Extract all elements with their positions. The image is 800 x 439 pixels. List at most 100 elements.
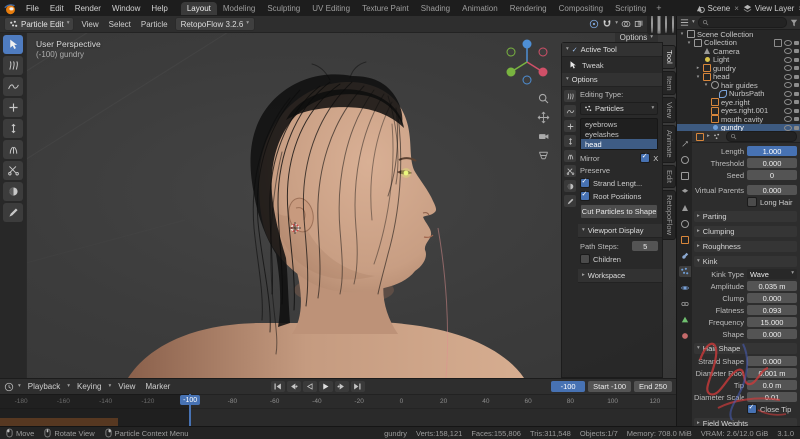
properties-tab-particles[interactable]	[679, 266, 691, 277]
eye-icon[interactable]	[784, 57, 792, 63]
cut-brush-button[interactable]	[564, 165, 576, 177]
list-item-head[interactable]: head	[581, 139, 657, 149]
eye-icon[interactable]	[784, 108, 792, 114]
workspace-tab-sculpting[interactable]: Sculpting	[261, 2, 306, 15]
chevron-down-icon[interactable]: ▾	[692, 20, 695, 26]
timeline-editor-icon[interactable]	[4, 382, 14, 392]
workspace-tab-scripting[interactable]: Scripting	[609, 2, 652, 15]
menu-particle[interactable]: Particle	[138, 20, 171, 29]
panel-header-kink[interactable]: ▾Kink	[694, 256, 797, 267]
overlays-icon[interactable]	[621, 19, 631, 29]
outliner-search-input[interactable]	[698, 17, 787, 28]
disclosure-icon[interactable]: ▾	[695, 74, 701, 80]
render-camera-icon[interactable]	[794, 100, 799, 104]
cut-particles-button[interactable]: Cut Particles to Shape	[580, 204, 658, 219]
render-camera-icon[interactable]	[794, 41, 799, 45]
workspace-tab-modeling[interactable]: Modeling	[217, 2, 261, 15]
active-tool-panel-header[interactable]: ▾ ✓ Active Tool	[562, 43, 662, 57]
workspace-panel-header[interactable]: ▸ Workspace	[578, 269, 662, 283]
tool-tweak-button[interactable]	[3, 35, 23, 54]
mirror-x-checkbox[interactable]: X	[640, 153, 658, 163]
scene-selector[interactable]: Scene	[708, 4, 731, 13]
xray-icon[interactable]	[634, 19, 644, 29]
disclosure-icon[interactable]: ▸	[695, 65, 701, 71]
options-panel-header[interactable]: ▾ Options	[562, 73, 662, 87]
shading-wireframe-button[interactable]	[650, 14, 654, 34]
workspace-tab-texture-paint[interactable]: Texture Paint	[356, 2, 415, 15]
tool-length-button[interactable]	[3, 119, 23, 138]
tool-smooth-button[interactable]	[3, 77, 23, 96]
properties-tab-physics[interactable]	[679, 282, 691, 293]
chevron-down-icon[interactable]: ▾	[18, 384, 21, 390]
eye-icon[interactable]	[784, 82, 792, 88]
menu-file[interactable]: File	[21, 3, 44, 14]
preserve-strand-checkbox[interactable]: Strand Lengt...	[580, 178, 658, 188]
outliner-row-head[interactable]: ▾ head	[677, 73, 800, 82]
shading-material-button[interactable]	[664, 14, 668, 34]
eye-icon[interactable]	[784, 74, 792, 80]
properties-tab-output[interactable]	[679, 170, 691, 181]
properties-tab-modifiers[interactable]	[679, 250, 691, 261]
children-checkbox[interactable]: Children	[580, 254, 658, 264]
chevron-down-icon[interactable]: ▾	[615, 21, 618, 27]
perspective-toggle-icon[interactable]	[537, 149, 550, 162]
eye-icon[interactable]	[784, 116, 792, 122]
workspace-tab-uv-editing[interactable]: UV Editing	[306, 2, 356, 15]
workspace-tab-layout[interactable]: Layout	[181, 2, 217, 15]
menu-help[interactable]: Help	[146, 3, 172, 14]
seed-field[interactable]: 0	[747, 170, 797, 180]
frequency-field[interactable]: 15.000	[747, 317, 797, 327]
render-camera-icon[interactable]	[794, 109, 799, 113]
properties-tab-constraints[interactable]	[679, 298, 691, 309]
jump-to-start-button[interactable]	[271, 381, 285, 392]
tool-comb-button[interactable]	[3, 56, 23, 75]
outliner-row-scene-collection[interactable]: ▾ Scene Collection	[677, 30, 800, 39]
flatness-field[interactable]: 0.093	[747, 305, 797, 315]
properties-tab-object[interactable]	[679, 234, 691, 245]
smooth-brush-button[interactable]	[564, 105, 576, 117]
workspace-tab-shading[interactable]: Shading	[415, 2, 456, 15]
puff-brush-button[interactable]	[564, 150, 576, 162]
tool-puff-button[interactable]	[3, 140, 23, 159]
sidebar-tab-retopoflow[interactable]: RetopoFlow	[663, 190, 676, 240]
menu-view[interactable]: View	[78, 20, 101, 29]
mode-selector[interactable]: Particle Edit ▾	[4, 17, 74, 31]
list-item-eyebrows[interactable]: eyebrows	[581, 119, 657, 129]
panel-header-roughness[interactable]: ▸Roughness	[694, 241, 797, 252]
sidebar-tab-item[interactable]: Item	[663, 71, 676, 96]
menu-view[interactable]: View	[115, 382, 138, 391]
amplitude-field[interactable]: 0.035 m	[747, 281, 797, 291]
workspace-tab-rendering[interactable]: Rendering	[504, 2, 553, 15]
shape-field[interactable]: 0.000	[747, 329, 797, 339]
path-steps-field[interactable]: 5	[632, 241, 658, 251]
length-slider[interactable]: 1.000	[747, 146, 797, 156]
workspace-tab-animation[interactable]: Animation	[456, 2, 504, 15]
proportional-edit-icon[interactable]	[589, 19, 599, 29]
diameter-scale-field[interactable]: 0.01	[747, 392, 797, 402]
zoom-icon[interactable]	[537, 92, 550, 105]
add-workspace-button[interactable]: +	[652, 3, 665, 13]
render-camera-icon[interactable]	[794, 49, 799, 53]
render-camera-icon[interactable]	[794, 117, 799, 121]
frame-start-field[interactable]: Start -100	[588, 381, 631, 392]
outliner-row-eye-right[interactable]: eye.right	[677, 98, 800, 107]
outliner-row-eyes-right-001[interactable]: eyes.right.001	[677, 107, 800, 116]
pan-hand-icon[interactable]	[537, 111, 550, 124]
tool-cut-button[interactable]	[3, 161, 23, 180]
active-tool-row[interactable]: Tweak	[562, 57, 662, 73]
view-layer-selector[interactable]: View Layer	[755, 4, 794, 13]
diameter-root-field[interactable]: 0.001 m	[747, 368, 797, 378]
viewport-3d[interactable]: User Perspective (-100) gundry Options ▾	[0, 32, 676, 378]
properties-tab-scene[interactable]	[679, 202, 691, 213]
properties-search-input[interactable]	[726, 131, 797, 142]
play-button[interactable]	[319, 381, 333, 392]
strand-shape-field[interactable]: 0.000	[747, 356, 797, 366]
snap-magnet-icon[interactable]	[602, 19, 612, 29]
render-camera-icon[interactable]	[794, 83, 799, 87]
viewport-display-panel-header[interactable]: ▾ Viewport Display	[578, 224, 662, 238]
shading-rendered-button[interactable]	[671, 14, 675, 34]
jump-to-end-button[interactable]	[351, 381, 365, 392]
frame-end-field[interactable]: End 250	[634, 381, 672, 392]
menu-edit[interactable]: Edit	[45, 3, 69, 14]
length-brush-button[interactable]	[564, 135, 576, 147]
